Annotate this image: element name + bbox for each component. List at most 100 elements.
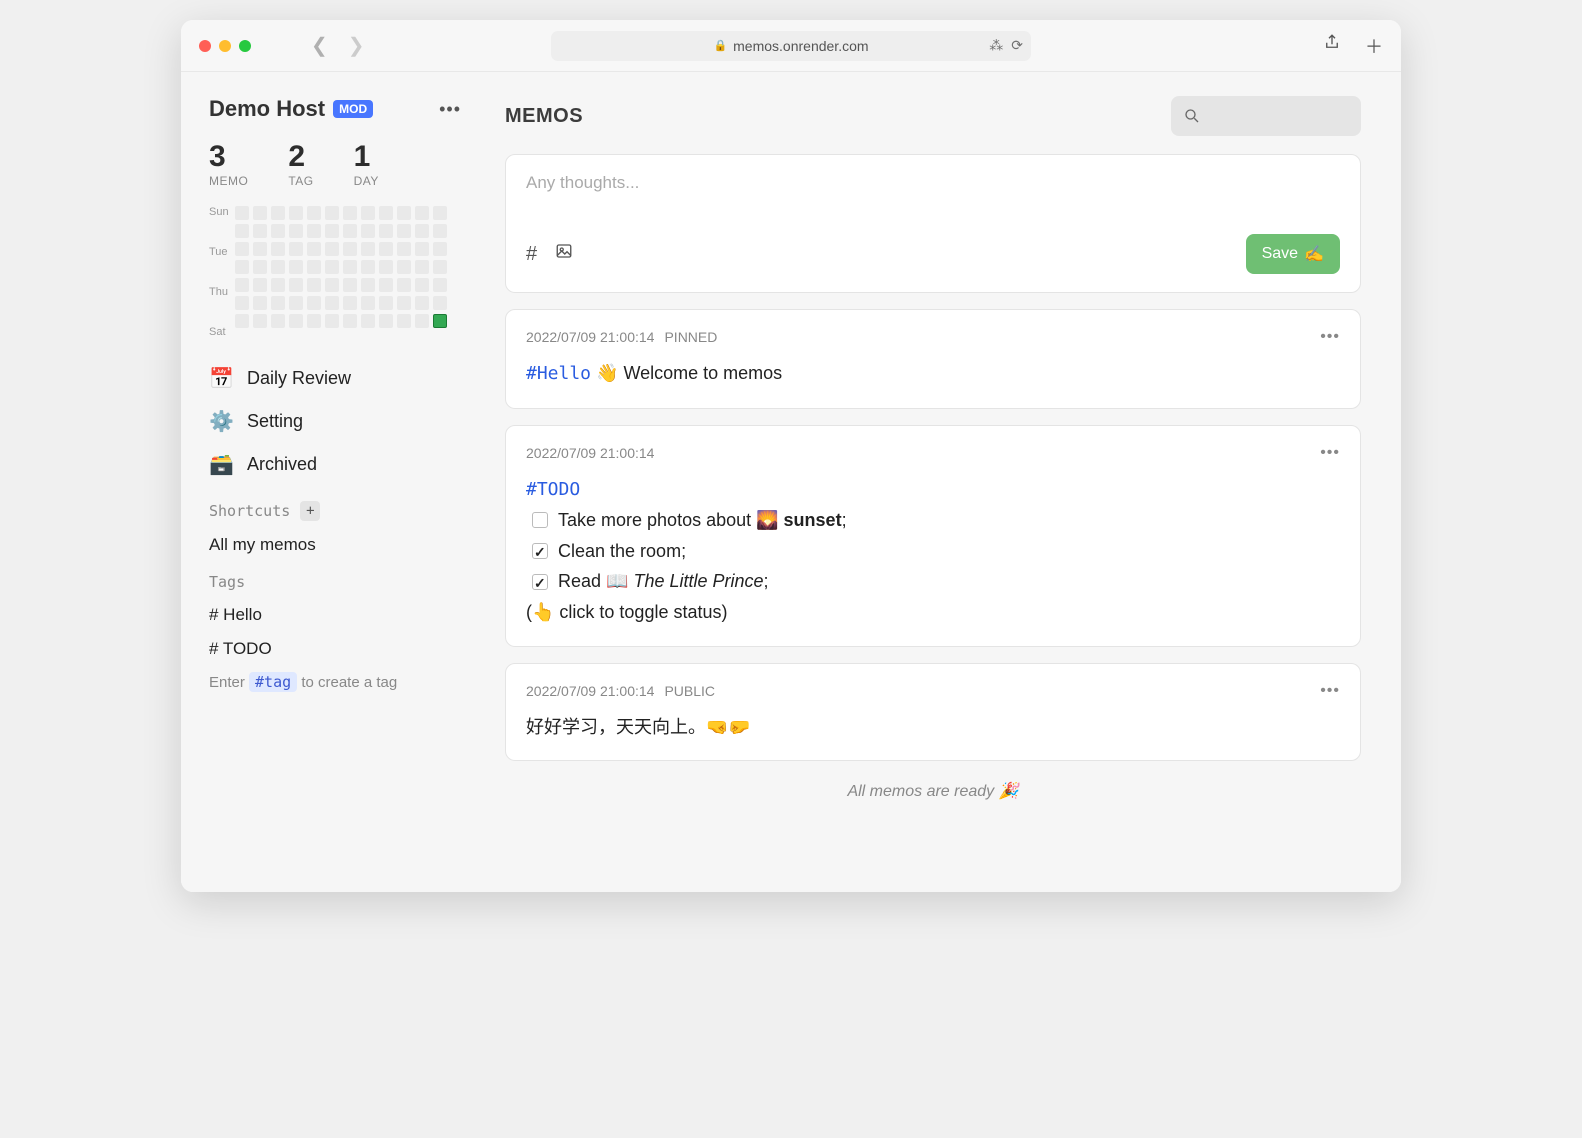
heatmap-cell[interactable] [361,314,375,328]
heatmap-cell[interactable] [361,296,375,310]
heatmap-cell[interactable] [361,278,375,292]
heatmap-cell[interactable] [307,224,321,238]
heatmap-cell[interactable] [271,224,285,238]
add-shortcut-button[interactable]: + [300,501,320,521]
heatmap-cell[interactable] [433,278,447,292]
heatmap-cell[interactable] [361,224,375,238]
heatmap-cell[interactable] [397,224,411,238]
heatmap-cell[interactable] [343,278,357,292]
heatmap-cell[interactable] [235,242,249,256]
heatmap-cell[interactable] [289,260,303,274]
heatmap-cell[interactable] [289,296,303,310]
heatmap-cell[interactable] [343,314,357,328]
back-button[interactable]: ❮ [311,33,328,58]
heatmap-cell[interactable] [307,242,321,256]
heatmap-cell[interactable] [433,224,447,238]
heatmap-cell[interactable] [415,278,429,292]
heatmap-cell[interactable] [253,242,267,256]
heatmap-cell[interactable] [343,206,357,220]
heatmap-cell[interactable] [343,296,357,310]
heatmap-cell[interactable] [379,242,393,256]
tag-item-todo[interactable]: # TODO [209,639,461,659]
memo-menu-icon[interactable]: ••• [1320,682,1340,700]
heatmap-cell[interactable] [235,260,249,274]
heatmap-cell[interactable] [307,206,321,220]
heatmap-cell[interactable] [235,296,249,310]
memo-tag[interactable]: #Hello [526,363,591,384]
heatmap-cell[interactable] [289,242,303,256]
new-tab-icon[interactable]: ＋ [1365,33,1383,59]
forward-button[interactable]: ❯ [348,33,365,58]
heatmap-cell[interactable] [271,260,285,274]
heatmap-cell[interactable] [397,278,411,292]
reload-icon[interactable]: ⟳ [1011,37,1023,54]
heatmap-cell[interactable] [235,314,249,328]
heatmap-cell[interactable] [415,242,429,256]
heatmap-cell[interactable] [325,314,339,328]
heatmap-cell[interactable] [379,296,393,310]
heatmap-cell[interactable] [379,314,393,328]
tag-item-hello[interactable]: # Hello [209,605,461,625]
heatmap-cell[interactable] [271,206,285,220]
heatmap-cell[interactable] [307,314,321,328]
heatmap-cell[interactable] [325,278,339,292]
heatmap-cell[interactable] [343,242,357,256]
heatmap-cell[interactable] [253,296,267,310]
heatmap-cell[interactable] [415,206,429,220]
heatmap-cell[interactable] [379,206,393,220]
heatmap-cell[interactable] [289,314,303,328]
heatmap-cell[interactable] [433,296,447,310]
todo-item[interactable]: Take more photos about 🌄 sunset; [532,505,1340,536]
close-window[interactable] [199,40,211,52]
heatmap-cell[interactable] [235,206,249,220]
heatmap-cell[interactable] [415,260,429,274]
memo-menu-icon[interactable]: ••• [1320,328,1340,346]
url-bar[interactable]: 🔒 memos.onrender.com ⁂ ⟳ [551,31,1031,61]
heatmap-cell[interactable] [361,206,375,220]
minimize-window[interactable] [219,40,231,52]
heatmap-cell[interactable] [271,296,285,310]
maximize-window[interactable] [239,40,251,52]
heatmap-cell[interactable] [397,242,411,256]
heatmap-cell[interactable] [235,224,249,238]
heatmap-cell[interactable] [397,314,411,328]
heatmap-cell[interactable] [253,278,267,292]
heatmap-cell[interactable] [379,260,393,274]
memo-tag[interactable]: #TODO [526,479,580,500]
heatmap-cell[interactable] [343,224,357,238]
heatmap-cell[interactable] [397,296,411,310]
heatmap-cell[interactable] [379,224,393,238]
nav-setting[interactable]: ⚙️ Setting [209,409,461,434]
heatmap-cell[interactable] [307,260,321,274]
checkbox-icon[interactable] [532,574,548,590]
heatmap-cell[interactable] [397,206,411,220]
translate-icon[interactable]: ⁂ [989,37,1003,54]
save-button[interactable]: Save ✍️ [1246,234,1340,274]
nav-daily-review[interactable]: 📅 Daily Review [209,366,461,391]
heatmap-cell[interactable] [433,206,447,220]
heatmap-cell[interactable] [253,206,267,220]
heatmap-cell[interactable] [397,260,411,274]
memo-menu-icon[interactable]: ••• [1320,444,1340,462]
heatmap-cell[interactable] [271,278,285,292]
image-icon[interactable] [555,242,573,266]
heatmap-cell[interactable] [271,242,285,256]
heatmap-cell[interactable] [415,314,429,328]
heatmap-cell[interactable] [307,296,321,310]
heatmap-cell[interactable] [253,260,267,274]
heatmap-cell[interactable] [415,296,429,310]
heatmap-cell[interactable] [325,296,339,310]
heatmap-cell[interactable] [307,278,321,292]
heatmap-cell[interactable] [235,278,249,292]
heatmap-cell[interactable] [325,260,339,274]
heatmap-cell[interactable] [271,314,285,328]
hashtag-icon[interactable]: # [526,243,537,266]
nav-archived[interactable]: 🗃️ Archived [209,452,461,477]
heatmap-cell[interactable] [361,242,375,256]
heatmap-cell[interactable] [325,224,339,238]
heatmap-cell[interactable] [325,206,339,220]
heatmap-cell[interactable] [433,242,447,256]
heatmap-cell[interactable] [415,224,429,238]
heatmap-cell[interactable] [325,242,339,256]
heatmap-cell[interactable] [361,260,375,274]
